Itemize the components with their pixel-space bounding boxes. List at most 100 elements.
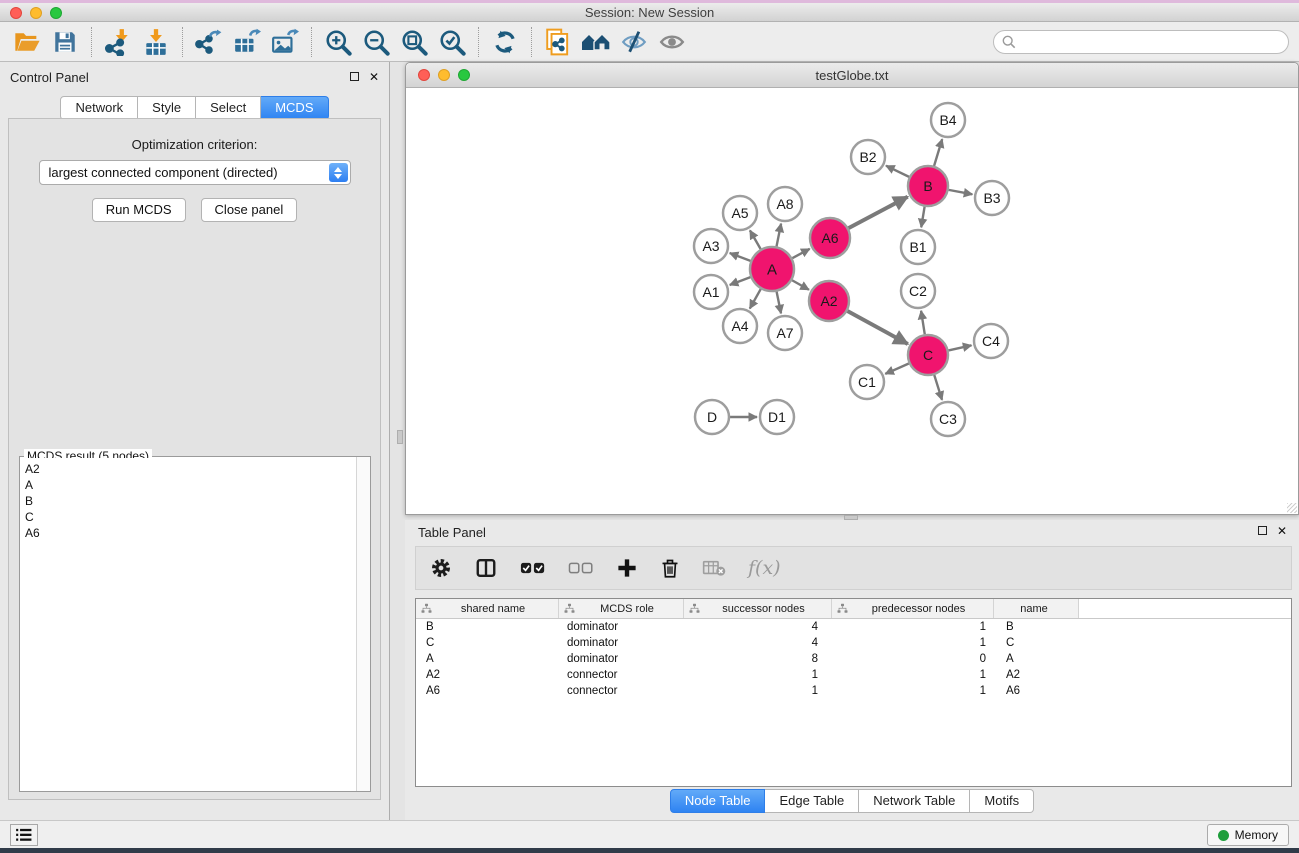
cell[interactable]: C: [994, 637, 1079, 649]
close-table-panel-icon[interactable]: ✕: [1277, 525, 1287, 537]
zoom-in-button[interactable]: [319, 25, 357, 59]
float-table-panel-icon[interactable]: [1258, 525, 1267, 537]
edge-A-A7[interactable]: [777, 292, 781, 314]
edge-A-A2[interactable]: [792, 280, 809, 289]
cell[interactable]: dominator: [559, 621, 684, 633]
node-A2[interactable]: A2: [809, 281, 849, 321]
close-window-button[interactable]: [10, 7, 22, 19]
duplicate-network-button[interactable]: [539, 25, 577, 59]
node-C3[interactable]: C3: [931, 402, 965, 436]
column-header-successor-nodes[interactable]: successor nodes: [684, 599, 832, 618]
search-input[interactable]: [1021, 35, 1280, 50]
cell[interactable]: 1: [832, 621, 994, 633]
cell[interactable]: dominator: [559, 653, 684, 665]
close-panel-button[interactable]: Close panel: [201, 198, 298, 222]
cell[interactable]: 1: [832, 685, 994, 697]
search-field[interactable]: [993, 30, 1289, 54]
node-A[interactable]: A: [750, 247, 794, 291]
cell[interactable]: 1: [684, 669, 832, 681]
zoom-fit-button[interactable]: [395, 25, 433, 59]
open-session-button[interactable]: [8, 25, 46, 59]
table-row-a[interactable]: Adominator80A: [416, 651, 1291, 667]
edge-A-A3[interactable]: [730, 253, 751, 261]
node-A4[interactable]: A4: [723, 309, 757, 343]
column-header-shared-name[interactable]: shared name: [416, 599, 559, 618]
edge-A-A4[interactable]: [750, 289, 761, 309]
edge-B-B3[interactable]: [949, 190, 973, 194]
edge-B-B2[interactable]: [886, 166, 909, 177]
tab-node-table[interactable]: Node Table: [670, 789, 766, 813]
refresh-view-button[interactable]: [486, 25, 524, 59]
result-item-c[interactable]: C: [25, 509, 355, 525]
cell[interactable]: A6: [994, 685, 1079, 697]
edge-C-C1[interactable]: [885, 363, 909, 373]
edge-C-C2[interactable]: [921, 311, 925, 334]
node-A8[interactable]: A8: [768, 187, 802, 221]
table-row-a2[interactable]: A2connector11A2: [416, 667, 1291, 683]
node-C2[interactable]: C2: [901, 274, 935, 308]
table-settings-button[interactable]: [430, 557, 452, 579]
run-mcds-button[interactable]: Run MCDS: [92, 198, 186, 222]
tab-edge-table[interactable]: Edge Table: [765, 789, 859, 813]
node-C[interactable]: C: [908, 335, 948, 375]
zoom-selected-button[interactable]: [433, 25, 471, 59]
node-A6[interactable]: A6: [810, 218, 850, 258]
edge-A6-B[interactable]: [849, 197, 908, 228]
column-header-MCDS-role[interactable]: MCDS role: [559, 599, 684, 618]
cell[interactable]: A2: [994, 669, 1079, 681]
node-B[interactable]: B: [908, 166, 948, 206]
cell[interactable]: 1: [684, 685, 832, 697]
mcds-result-list[interactable]: A2ABCA6: [21, 458, 355, 790]
cell[interactable]: A2: [416, 669, 559, 681]
edge-A-A1[interactable]: [730, 277, 751, 285]
edge-C-C4[interactable]: [948, 345, 971, 350]
export-image-button[interactable]: [266, 25, 304, 59]
node-table[interactable]: shared nameMCDS rolesuccessor nodesprede…: [415, 598, 1292, 787]
pane-divider-handle[interactable]: [397, 430, 403, 444]
node-A3[interactable]: A3: [694, 229, 728, 263]
zoom-out-button[interactable]: [357, 25, 395, 59]
node-C4[interactable]: C4: [974, 324, 1008, 358]
minimize-window-button[interactable]: [30, 7, 42, 19]
node-D1[interactable]: D1: [760, 400, 794, 434]
tab-motifs[interactable]: Motifs: [970, 789, 1034, 813]
table-row-b[interactable]: Bdominator41B: [416, 619, 1291, 635]
tab-network[interactable]: Network: [60, 96, 138, 120]
hide-annotations-button[interactable]: [615, 25, 653, 59]
float-panel-icon[interactable]: [350, 71, 359, 83]
node-C1[interactable]: C1: [850, 365, 884, 399]
cell[interactable]: 1: [832, 669, 994, 681]
network-minimize-button[interactable]: [438, 69, 450, 81]
task-history-button[interactable]: [10, 824, 38, 846]
edge-B-B1[interactable]: [921, 207, 924, 228]
cell[interactable]: dominator: [559, 637, 684, 649]
close-panel-icon[interactable]: ✕: [369, 71, 379, 83]
table-row-c[interactable]: Cdominator41C: [416, 635, 1291, 651]
import-table-button[interactable]: [137, 25, 175, 59]
cell[interactable]: 8: [684, 653, 832, 665]
cell[interactable]: B: [994, 621, 1079, 633]
criterion-select[interactable]: largest connected component (directed): [39, 160, 351, 185]
show-column-button[interactable]: [474, 557, 498, 579]
result-item-a6[interactable]: A6: [25, 525, 355, 541]
edge-A2-C[interactable]: [847, 311, 907, 344]
edge-A-A8[interactable]: [777, 224, 782, 247]
cell[interactable]: A: [994, 653, 1079, 665]
tab-style[interactable]: Style: [138, 96, 196, 120]
table-row-a6[interactable]: A6connector11A6: [416, 683, 1291, 699]
tab-mcds[interactable]: MCDS: [261, 96, 328, 120]
network-zoom-button[interactable]: [458, 69, 470, 81]
cell[interactable]: C: [416, 637, 559, 649]
network-canvas[interactable]: B4B2BB3A5A8A6A3B1AA1C2A2A4A7C4CC1C3DD1: [406, 88, 1298, 514]
delete-column-button[interactable]: [660, 557, 680, 579]
cell[interactable]: A6: [416, 685, 559, 697]
zoom-window-button[interactable]: [50, 7, 62, 19]
show-graphics-details-button[interactable]: [653, 25, 691, 59]
home-networks-button[interactable]: [577, 25, 615, 59]
export-table-button[interactable]: [228, 25, 266, 59]
node-B1[interactable]: B1: [901, 230, 935, 264]
resize-grip[interactable]: [1287, 503, 1297, 513]
cell[interactable]: connector: [559, 669, 684, 681]
cell[interactable]: connector: [559, 685, 684, 697]
node-A7[interactable]: A7: [768, 316, 802, 350]
